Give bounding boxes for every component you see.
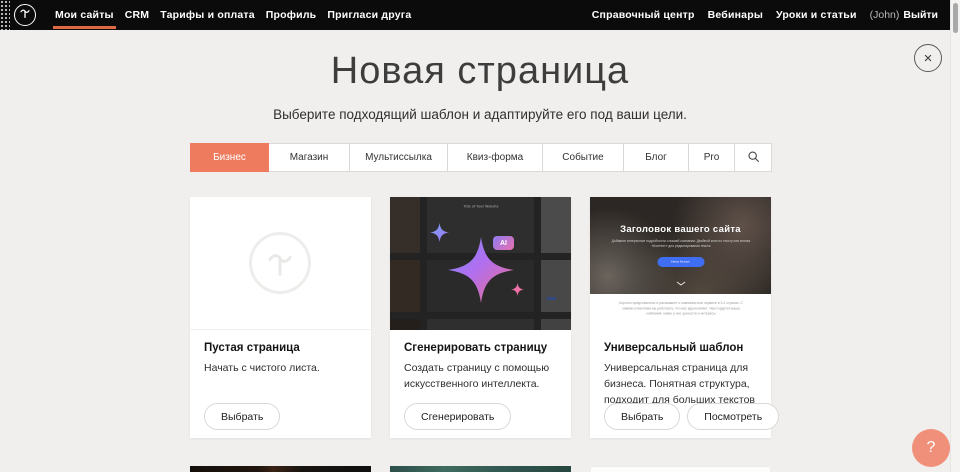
tab-quiz-form[interactable]: Квиз-форма <box>448 143 543 172</box>
tab-multilink[interactable]: Мультиссылка <box>350 143 448 172</box>
preview-paragraph: Коротко представьтесь и расскажите о ком… <box>617 301 744 330</box>
scrollbar-track[interactable] <box>950 0 960 472</box>
nav-webinars[interactable]: Вебинары <box>708 0 763 30</box>
sparkle-pink-icon <box>511 283 524 296</box>
card-title: Универсальный шаблон <box>604 342 757 354</box>
card-description: Создать страницу с помощью искусственног… <box>404 361 557 393</box>
preview-cta-button: Узнать больше <box>657 257 704 267</box>
nav-crm[interactable]: CRM <box>125 0 150 30</box>
tilda-logo[interactable] <box>14 4 36 26</box>
template-body-preview: Коротко представьтесь и расскажите о ком… <box>590 294 771 330</box>
template-card-ai: Title of Your Website <box>390 197 571 438</box>
choose-button[interactable]: Выбрать <box>604 403 680 430</box>
template-card-blank: Пустая страница Начать с чистого листа. … <box>190 197 371 438</box>
blank-page-thumbnail[interactable] <box>190 197 371 330</box>
universal-template-thumbnail[interactable]: Заголовок вашего сайта Добавьте интересн… <box>590 197 771 330</box>
card-actions: Выбрать Посмотреть <box>604 403 779 430</box>
card-body: Сгенерировать страницу Создать страницу … <box>390 330 571 438</box>
tab-business[interactable]: Бизнес <box>190 143 269 172</box>
user-name: (John) <box>870 9 900 21</box>
sparkle-small-icon <box>430 223 449 242</box>
template-card-partial[interactable] <box>590 466 771 472</box>
tab-blog[interactable]: Блог <box>624 143 689 172</box>
primary-nav: Мои сайты CRM Тарифы и оплата Профиль Пр… <box>55 0 411 30</box>
tab-search[interactable] <box>735 143 772 172</box>
card-body: Универсальный шаблон Универсальная стран… <box>590 330 771 438</box>
help-button[interactable]: ? <box>912 429 950 467</box>
tilda-placeholder-icon <box>249 232 311 294</box>
tilda-mark-icon <box>18 6 32 25</box>
choose-button[interactable]: Выбрать <box>204 403 280 430</box>
ai-badge: AI <box>493 236 514 250</box>
app-window: Мои сайты CRM Тарифы и оплата Профиль Пр… <box>0 0 960 472</box>
view-button[interactable]: Посмотреть <box>687 403 779 430</box>
template-category-tabs: Бизнес Магазин Мультиссылка Квиз-форма С… <box>190 143 772 172</box>
card-description: Начать с чистого листа. <box>204 361 357 377</box>
card-title: Сгенерировать страницу <box>404 342 557 354</box>
nav-help-center[interactable]: Справочный центр <box>592 0 695 30</box>
ai-generate-thumbnail[interactable]: Title of Your Website <box>390 197 571 330</box>
secondary-nav: Справочный центр Вебинары Уроки и статьи… <box>592 0 938 30</box>
scrollbar-thumb[interactable] <box>953 3 958 33</box>
nav-profile[interactable]: Профиль <box>266 0 317 30</box>
generate-button[interactable]: Сгенерировать <box>404 403 511 430</box>
template-card-partial[interactable] <box>390 466 571 472</box>
preview-heading: Заголовок вашего сайта <box>590 224 771 235</box>
card-title: Пустая страница <box>204 342 357 354</box>
card-actions: Сгенерировать <box>404 403 511 430</box>
card-body: Пустая страница Начать с чистого листа. … <box>190 330 371 438</box>
user-area: (John) Выйти <box>870 0 938 30</box>
chevron-down-icon <box>676 273 686 291</box>
template-card-partial[interactable] <box>190 466 371 472</box>
tab-pro[interactable]: Pro <box>689 143 735 172</box>
decorative-texture <box>0 0 10 30</box>
page-subtitle: Выберите подходящий шаблон и адаптируйте… <box>0 107 960 122</box>
top-nav: Мои сайты CRM Тарифы и оплата Профиль Пр… <box>0 0 960 30</box>
nav-invite-friend[interactable]: Пригласи друга <box>327 0 411 30</box>
tab-shop[interactable]: Магазин <box>269 143 350 172</box>
page-title: Новая страница <box>0 50 960 93</box>
card-actions: Выбрать <box>204 403 280 430</box>
logout-link[interactable]: Выйти <box>903 9 938 21</box>
template-hero-preview: Заголовок вашего сайта Добавьте интересн… <box>590 197 771 294</box>
active-nav-underline <box>53 26 116 29</box>
preview-subtext: Добавьте интересные подробности о вашей … <box>608 239 753 259</box>
tab-event[interactable]: Событие <box>543 143 624 172</box>
nav-my-sites[interactable]: Мои сайты <box>55 0 114 30</box>
nav-lessons[interactable]: Уроки и статьи <box>776 0 857 30</box>
question-mark-icon: ? <box>927 439 936 457</box>
search-icon <box>747 150 760 166</box>
nav-tariffs[interactable]: Тарифы и оплата <box>160 0 255 30</box>
nav-my-sites-label: Мои сайты <box>55 9 114 21</box>
template-card-universal: Заголовок вашего сайта Добавьте интересн… <box>590 197 771 438</box>
